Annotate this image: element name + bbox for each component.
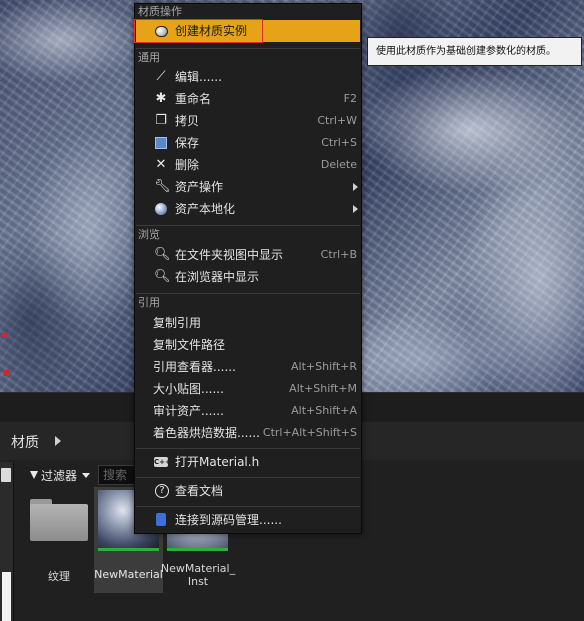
menu-item-label: 资产本地化	[175, 202, 236, 216]
menu-item-label: 连接到源码管理......	[175, 513, 282, 527]
submenu-arrow-icon	[353, 183, 358, 191]
menu-item-label: 大小贴图......	[153, 382, 224, 396]
funnel-icon	[30, 471, 38, 479]
menu-item-asset-localization[interactable]: 资产本地化	[136, 198, 360, 220]
menu-item-delete[interactable]: ✕ 删除 Delete	[136, 154, 360, 176]
material-instance-label-line1: NewMaterial_	[160, 562, 236, 575]
menu-item-shortcut: Ctrl+S	[321, 136, 357, 149]
duplicate-icon: ❐	[155, 113, 167, 128]
menu-item-label: 审计资产......	[153, 404, 224, 418]
menu-separator	[136, 48, 360, 49]
section-reference: 引用	[138, 296, 160, 309]
menu-item-shortcut: Delete	[320, 158, 357, 171]
menu-item-label: 复制引用	[153, 316, 202, 330]
menu-item-label: 创建材质实例	[175, 24, 248, 38]
section-material-ops: 材质操作	[138, 5, 182, 18]
menu-item-label: 复制文件路径	[153, 338, 226, 352]
globe-icon	[154, 202, 168, 216]
menu-item-show-in-explorer[interactable]: 🔍︎ 在文件夹视图中显示 Ctrl+B	[136, 244, 360, 266]
section-browse: 浏览	[138, 228, 160, 241]
menu-separator	[136, 293, 360, 294]
folder-asset-tile[interactable]	[30, 497, 88, 541]
menu-item-shortcut: Alt+Shift+M	[289, 382, 357, 395]
menu-item-asset-actions[interactable]: 🔧︎ 资产操作	[136, 176, 360, 198]
menu-item-edit[interactable]: ⟋ 编辑......	[136, 66, 360, 88]
menu-item-reference-viewer[interactable]: 引用查看器...... Alt+Shift+R	[136, 356, 360, 378]
cpp-header-icon: C++	[154, 457, 171, 467]
menu-item-shortcut: Ctrl+Alt+Shift+S	[262, 426, 357, 439]
menu-item-label: 编辑......	[175, 70, 222, 84]
edit-wand-icon: ⟋	[156, 69, 166, 84]
menu-separator	[136, 477, 360, 478]
material-label: NewMaterial	[94, 568, 163, 581]
material-instance-label-line2: Inst	[187, 575, 209, 588]
menu-item-label: 着色器烘焙数据......	[153, 426, 260, 440]
caret-down-icon	[82, 472, 91, 478]
menu-item-save[interactable]: 保存 Ctrl+S	[136, 132, 360, 154]
menu-item-show-in-browser[interactable]: 🔍︎ 在浏览器中显示	[136, 266, 360, 288]
menu-item-copy-file-path[interactable]: 复制文件路径	[136, 334, 360, 356]
menu-item-label: 打开Material.h	[175, 455, 260, 469]
menu-item-shortcut: Alt+Shift+R	[291, 360, 357, 373]
folder-label: 纹理	[48, 570, 70, 583]
magnifier-icon: 🔍︎	[154, 269, 171, 284]
menu-item-label: 引用查看器......	[153, 360, 236, 374]
magnifier-icon: 🔍︎	[154, 247, 171, 262]
menu-item-shader-cook-data[interactable]: 着色器烘焙数据...... Ctrl+Alt+Shift+S	[136, 422, 360, 444]
menu-item-tooltip: 使用此材质作为基础创建参数化的材质。	[367, 37, 582, 66]
menu-item-shortcut: Ctrl+B	[320, 248, 357, 261]
menu-item-label: 重命名	[175, 92, 212, 106]
content-browser-path-material[interactable]: 材质	[11, 432, 39, 452]
sources-scrollbar[interactable]	[2, 572, 11, 621]
viewport-axis-marker-x	[4, 370, 10, 376]
material-instance-icon	[154, 24, 168, 38]
viewport-axis-marker	[2, 333, 8, 337]
menu-item-shortcut: F2	[343, 92, 357, 105]
menu-item-duplicate[interactable]: ❐ 拷贝 Ctrl+W	[136, 110, 360, 132]
menu-item-label: 在文件夹视图中显示	[175, 248, 284, 262]
menu-item-view-docs[interactable]: ? 查看文档	[136, 480, 360, 502]
submenu-arrow-icon	[353, 205, 358, 213]
material-instance-label: NewMaterial_ Inst	[160, 562, 236, 588]
delete-x-icon: ✕	[155, 157, 167, 172]
filter-dropdown-button[interactable]: 过滤器	[30, 467, 91, 483]
source-control-icon	[154, 513, 168, 527]
menu-item-open-header[interactable]: C++ 打开Material.h	[136, 451, 360, 473]
path-chevron-right-icon[interactable]	[55, 436, 61, 446]
menu-item-copy-reference[interactable]: 复制引用	[136, 312, 360, 334]
menu-item-shortcut: Ctrl+W	[317, 114, 357, 127]
sources-toggle-button[interactable]	[1, 468, 11, 482]
menu-item-label: 拷贝	[175, 114, 200, 128]
menu-item-shortcut: Alt+Shift+A	[291, 404, 357, 417]
menu-item-label: 资产操作	[175, 180, 224, 194]
menu-separator	[136, 448, 360, 449]
menu-item-connect-source-control[interactable]: 连接到源码管理......	[136, 509, 360, 531]
help-icon: ?	[154, 484, 169, 498]
rename-icon: ✱	[155, 91, 167, 106]
menu-item-label: 查看文档	[175, 484, 224, 498]
sources-panel-strip	[0, 462, 14, 621]
menu-item-label: 删除	[175, 158, 200, 172]
menu-separator	[136, 506, 360, 507]
section-common: 通用	[138, 51, 160, 64]
asset-context-menu: 材质操作 创建材质实例 通用 ⟋ 编辑...... ✱ 重命名 F2 ❐ 拷贝 …	[134, 3, 362, 534]
menu-item-label: 保存	[175, 136, 200, 150]
filter-label: 过滤器	[41, 468, 78, 483]
menu-item-audit-assets[interactable]: 审计资产...... Alt+Shift+A	[136, 400, 360, 422]
menu-item-rename[interactable]: ✱ 重命名 F2	[136, 88, 360, 110]
folder-icon	[30, 504, 88, 541]
save-icon	[154, 136, 168, 150]
wrench-icon: 🔧︎	[154, 179, 171, 194]
menu-item-create-material-instance[interactable]: 创建材质实例	[136, 20, 360, 42]
menu-separator	[136, 225, 360, 226]
menu-item-size-map[interactable]: 大小贴图...... Alt+Shift+M	[136, 378, 360, 400]
menu-item-label: 在浏览器中显示	[175, 270, 260, 284]
